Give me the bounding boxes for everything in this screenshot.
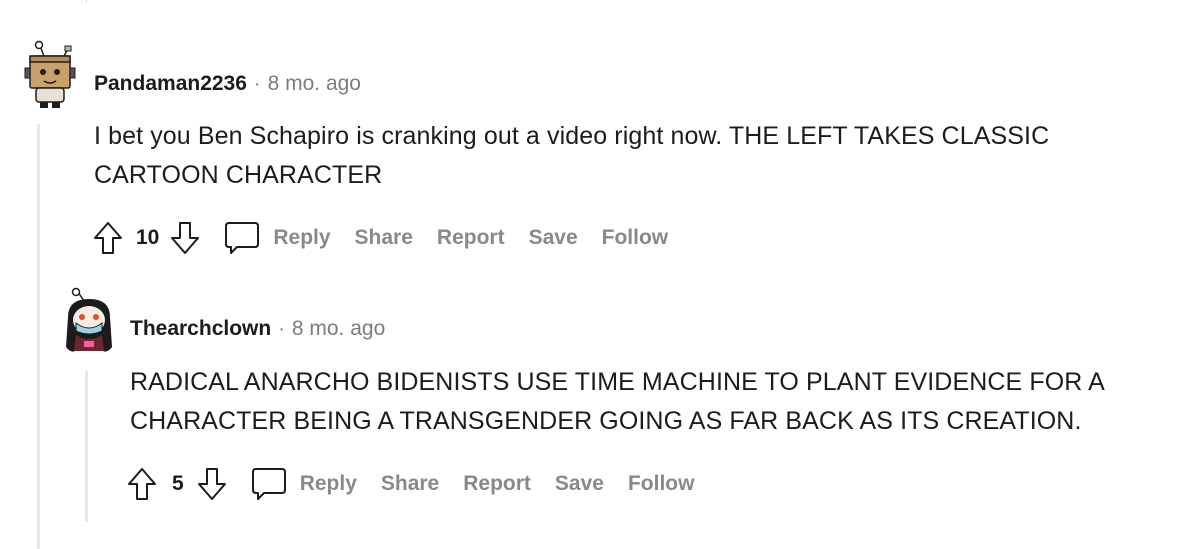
upvote-icon[interactable] <box>92 220 124 256</box>
vote-score: 5 <box>172 472 184 495</box>
speech-bubble-icon[interactable] <box>250 466 288 502</box>
comment-meta: Pandaman2236 · 8 mo. ago <box>94 72 361 96</box>
meta-separator: · <box>253 73 261 95</box>
save-button[interactable]: Save <box>555 472 604 496</box>
username[interactable]: Pandaman2236 <box>94 72 247 96</box>
reply-button[interactable]: Reply <box>273 226 330 250</box>
comment-actions: 5 Reply Share Report Save Follow <box>126 464 694 504</box>
vote-score: 10 <box>136 226 160 249</box>
comment-body-line: I bet you Ben Schapiro is cranking out a… <box>94 122 1050 150</box>
follow-button[interactable]: Follow <box>628 472 695 496</box>
save-button[interactable]: Save <box>529 226 578 250</box>
comment-body-line: CHARACTER BEING A TRANSGENDER GOING AS F… <box>130 407 1082 435</box>
report-button[interactable]: Report <box>463 472 531 496</box>
comment-meta: Thearchclown · 8 mo. ago <box>130 317 385 341</box>
share-button[interactable]: Share <box>381 472 439 496</box>
thread-line[interactable] <box>85 370 88 522</box>
share-button[interactable]: Share <box>355 226 413 250</box>
username[interactable]: Thearchclown <box>130 317 271 341</box>
masked-snoo-avatar-icon[interactable] <box>62 287 116 357</box>
downvote-icon[interactable] <box>169 220 201 256</box>
meta-separator: · <box>278 318 285 340</box>
timestamp[interactable]: 8 mo. ago <box>292 317 385 341</box>
previous-comment-edge <box>0 0 1199 3</box>
upvote-icon[interactable] <box>126 466 158 502</box>
comment-actions: 10 Reply Share Report Save Follow <box>92 218 668 258</box>
comment-body-line: RADICAL ANARCHO BIDENISTS USE TIME MACHI… <box>130 368 1105 396</box>
reply-button[interactable]: Reply <box>300 472 357 496</box>
follow-button[interactable]: Follow <box>602 226 669 250</box>
thread-line[interactable] <box>37 124 40 549</box>
downvote-icon[interactable] <box>196 466 228 502</box>
comment-body: RADICAL ANARCHO BIDENISTS USE TIME MACHI… <box>130 363 1105 441</box>
comment-body-line: CARTOON CHARACTER <box>94 161 383 189</box>
report-button[interactable]: Report <box>437 226 505 250</box>
speech-bubble-icon[interactable] <box>223 220 261 256</box>
timestamp[interactable]: 8 mo. ago <box>268 72 361 96</box>
box-robot-avatar-icon[interactable] <box>22 40 78 110</box>
comment-body: I bet you Ben Schapiro is cranking out a… <box>94 117 1049 195</box>
